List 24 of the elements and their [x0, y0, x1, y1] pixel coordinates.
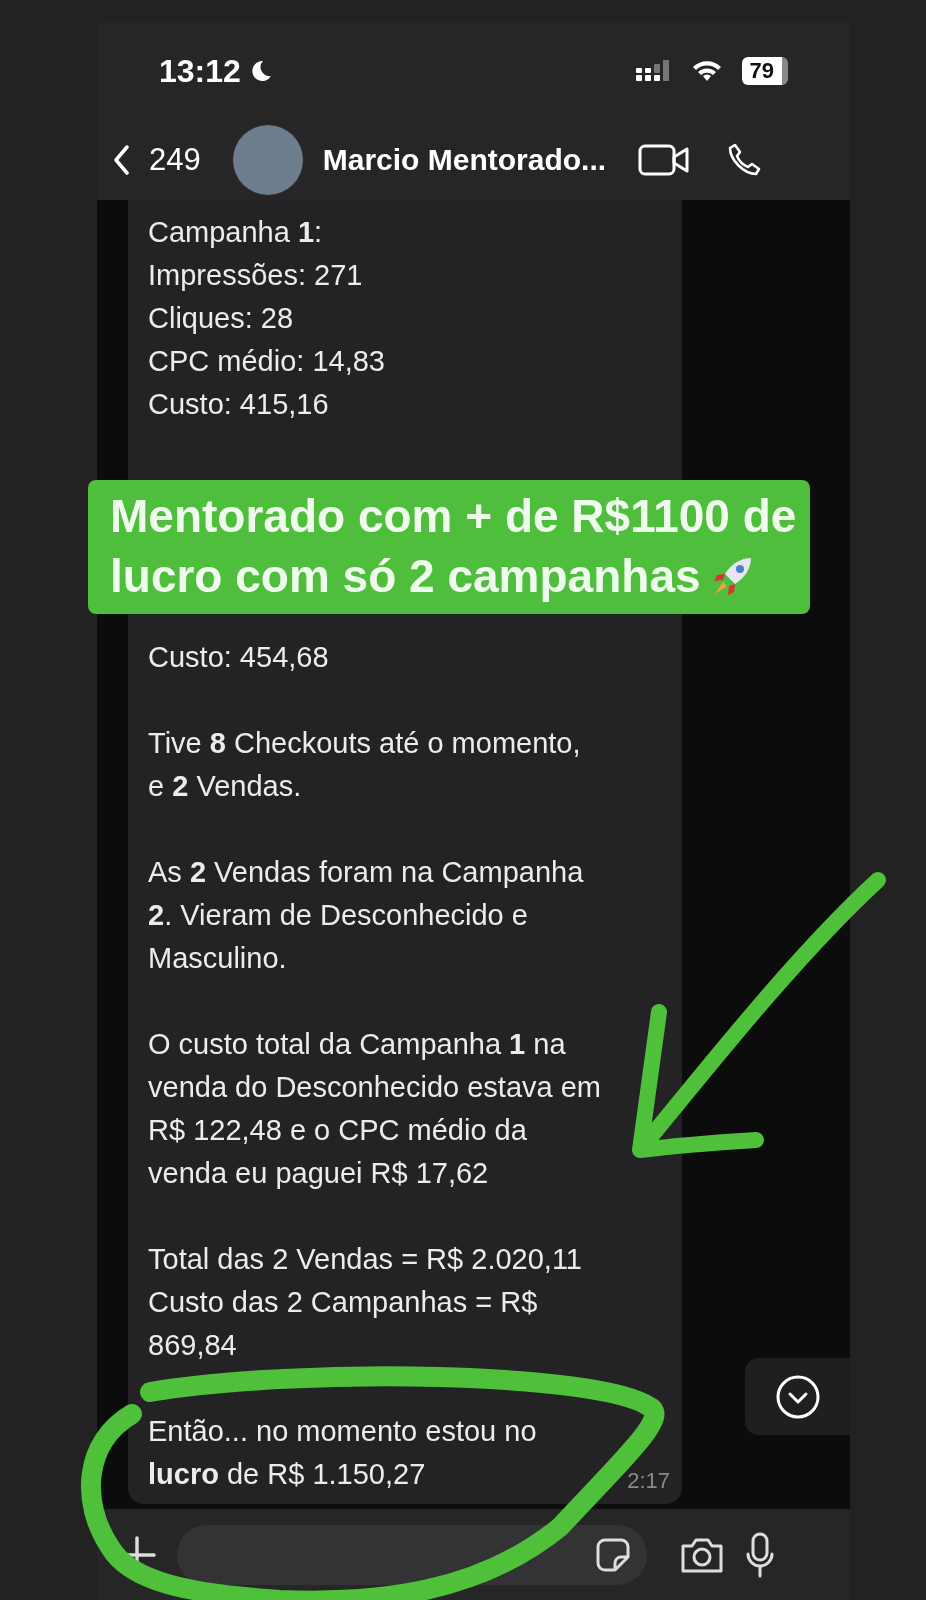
sticker-icon[interactable]: [595, 1536, 631, 1573]
video-call-icon[interactable]: [638, 143, 691, 177]
caption-text: lucro com só 2 campanhas: [110, 549, 701, 604]
back-icon[interactable]: [113, 145, 129, 175]
contact-name[interactable]: Marcio Mentorado...: [322, 143, 607, 177]
signal-icon: [635, 60, 670, 82]
message-text: Custo: 454,68: [148, 640, 329, 675]
message-time: 2:17: [627, 1467, 670, 1495]
scroll-down-button[interactable]: [745, 1358, 850, 1435]
wifi-icon: [691, 60, 722, 82]
message-text: Tive 8 Checkouts até o momento, e 2 Vendas.: [148, 726, 581, 804]
message-input-field[interactable]: [177, 1524, 647, 1585]
caption-text: Mentorado com + de R$1100 de: [110, 489, 797, 544]
microphone-icon[interactable]: [745, 1531, 775, 1578]
message-text: As 2 Vendas foram na Campanha 2. Vieram de Desconhecido e Masculino.: [148, 855, 584, 976]
message-text: Campanha 1: Impressões: 271 Cliques: 28 CPC médio: 14,83 Custo: 415,16: [148, 215, 385, 422]
message-text: Total das 2 Vendas = R$ 2.020,11 Custo das 2 Campanhas = R$ 869,84: [148, 1242, 582, 1363]
back-count[interactable]: 249: [149, 142, 201, 178]
status-time: 13:12: [159, 52, 241, 90]
chevron-down-circle-icon: [774, 1373, 821, 1420]
message-text: Então... no momento estou no lucro de R$ 1.150,27: [148, 1414, 537, 1492]
battery-level: 79: [741, 57, 788, 85]
message-text: O custo total da Campanha 1 na venda do Desconhecido estava em R$ 122,48 e o CPC médio da venda eu paguei R$ 17,62: [148, 1027, 601, 1191]
phone-call-icon[interactable]: [726, 142, 763, 178]
